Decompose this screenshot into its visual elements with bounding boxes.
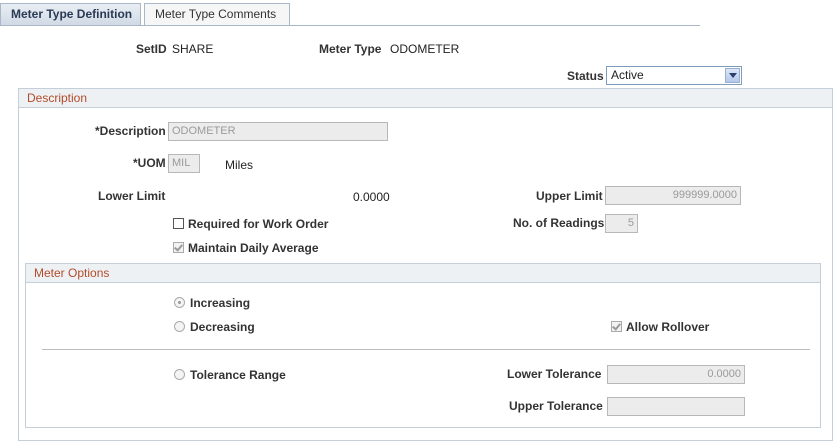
meter-options-title: Meter Options bbox=[26, 264, 820, 283]
uom-description: Miles bbox=[225, 158, 254, 172]
description-group-title: Description bbox=[19, 89, 832, 108]
daily-average-checkbox[interactable] bbox=[173, 242, 184, 253]
required-work-order-checkbox[interactable] bbox=[173, 218, 184, 229]
uom-field[interactable]: MIL bbox=[168, 154, 200, 173]
chevron-down-icon[interactable] bbox=[725, 68, 740, 83]
required-work-order-label: Required for Work Order bbox=[188, 217, 329, 231]
decreasing-label: Decreasing bbox=[190, 320, 255, 334]
status-label: Status bbox=[567, 69, 604, 83]
increasing-radio[interactable] bbox=[174, 297, 185, 308]
lower-tolerance-label: Lower Tolerance bbox=[507, 367, 602, 381]
setid-value: SHARE bbox=[172, 42, 214, 56]
daily-average-label: Maintain Daily Average bbox=[188, 241, 319, 255]
description-field[interactable]: ODOMETER bbox=[168, 122, 388, 141]
tab-underline bbox=[0, 25, 700, 26]
meter-type-value: ODOMETER bbox=[390, 42, 460, 56]
meter-type-label: Meter Type bbox=[319, 42, 382, 56]
increasing-label: Increasing bbox=[190, 296, 251, 310]
decreasing-radio[interactable] bbox=[174, 321, 185, 332]
upper-limit-field[interactable]: 999999.0000 bbox=[605, 186, 741, 205]
options-divider bbox=[42, 349, 810, 350]
status-select[interactable]: Active bbox=[606, 66, 742, 85]
description-label: *Description bbox=[95, 124, 166, 138]
allow-rollover-checkbox[interactable] bbox=[611, 321, 622, 332]
lower-tolerance-field[interactable]: 0.0000 bbox=[607, 365, 745, 384]
upper-limit-label: Upper Limit bbox=[536, 189, 603, 203]
tolerance-range-radio[interactable] bbox=[174, 369, 185, 380]
lower-limit-value: 0.0000 bbox=[353, 190, 390, 204]
upper-tolerance-label: Upper Tolerance bbox=[509, 399, 603, 413]
readings-label: No. of Readings bbox=[513, 216, 605, 230]
tab-meter-type-definition[interactable]: Meter Type Definition bbox=[0, 3, 141, 26]
tab-meter-type-comments[interactable]: Meter Type Comments bbox=[144, 3, 290, 25]
uom-label: *UOM bbox=[133, 156, 166, 170]
allow-rollover-label: Allow Rollover bbox=[626, 320, 710, 334]
upper-tolerance-field[interactable] bbox=[607, 397, 745, 416]
readings-field[interactable]: 5 bbox=[605, 214, 638, 233]
tolerance-range-label: Tolerance Range bbox=[190, 368, 286, 382]
status-selected-value: Active bbox=[611, 68, 644, 82]
lower-limit-label: Lower Limit bbox=[98, 189, 166, 203]
setid-label: SetID bbox=[136, 42, 167, 56]
